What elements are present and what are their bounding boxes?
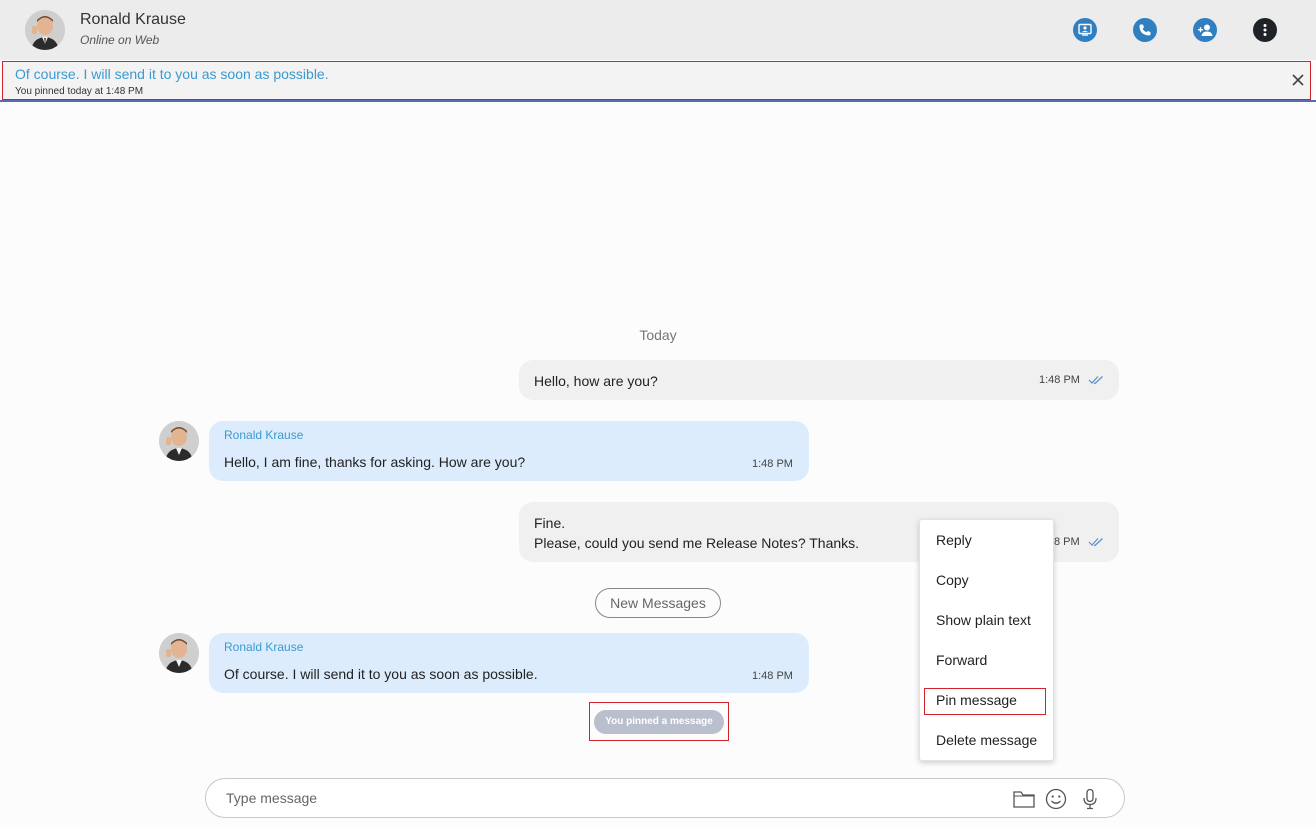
message-text: Hello, how are you? <box>534 373 658 389</box>
call-button[interactable] <box>1133 18 1157 42</box>
emoji-icon[interactable] <box>1044 787 1068 811</box>
message-input[interactable] <box>226 787 986 809</box>
double-check-icon <box>1088 376 1103 385</box>
pinned-bar-divider <box>0 100 1316 102</box>
microphone-icon[interactable] <box>1078 787 1102 811</box>
incoming-message[interactable]: Ronald Krause Of course. I will send it … <box>209 633 809 693</box>
more-options-button[interactable] <box>1253 18 1277 42</box>
new-messages-separator: New Messages <box>595 588 721 618</box>
menu-item-reply[interactable]: Reply <box>936 532 972 548</box>
menu-item-pin-message[interactable]: Pin message <box>936 692 1017 708</box>
message-text-line-2: Please, could you send me Release Notes?… <box>534 535 860 551</box>
close-pinned-icon[interactable] <box>1290 72 1306 88</box>
sender-avatar[interactable] <box>159 421 199 461</box>
message-time: 1:48 PM <box>752 670 793 682</box>
screen-share-icon <box>1078 23 1092 36</box>
system-note-highlight: You pinned a message <box>589 702 729 741</box>
sender-name: Ronald Krause <box>224 428 304 442</box>
folder-icon[interactable] <box>1012 787 1036 811</box>
message-text: Hello, I am fine, thanks for asking. How… <box>224 454 526 470</box>
menu-item-show-plain-text[interactable]: Show plain text <box>936 612 1031 628</box>
contact-status: Online on Web <box>80 33 160 47</box>
add-contact-icon <box>1198 24 1213 36</box>
date-separator: Today <box>639 327 677 343</box>
message-time: 1:48 PM <box>1039 374 1080 386</box>
pinned-message-text: Of course. I will send it to you as soon… <box>15 66 329 82</box>
screen-share-button[interactable] <box>1073 18 1097 42</box>
outgoing-message[interactable]: Hello, how are you? 1:48 PM <box>519 360 1119 400</box>
pinned-message-meta: You pinned today at 1:48 PM <box>15 86 144 97</box>
message-composer <box>205 778 1125 818</box>
message-text-line-1: Fine. <box>534 515 566 531</box>
menu-item-delete-message[interactable]: Delete message <box>936 732 1037 748</box>
menu-item-forward[interactable]: Forward <box>936 652 987 668</box>
add-contact-button[interactable] <box>1193 18 1217 42</box>
chat-header: Ronald Krause Online on Web <box>0 0 1316 60</box>
sender-name: Ronald Krause <box>224 640 304 654</box>
incoming-message[interactable]: Ronald Krause Hello, I am fine, thanks f… <box>209 421 809 481</box>
message-time: 8 PM <box>1054 536 1080 548</box>
more-options-icon <box>1263 24 1267 36</box>
message-text: Of course. I will send it to you as soon… <box>224 666 538 682</box>
contact-avatar[interactable] <box>25 10 65 50</box>
message-time: 1:48 PM <box>752 458 793 470</box>
double-check-icon <box>1088 538 1103 547</box>
pinned-message-bar[interactable]: Of course. I will send it to you as soon… <box>2 61 1311 100</box>
sender-avatar[interactable] <box>159 633 199 673</box>
message-context-menu: Reply Copy Show plain text Forward Pin m… <box>919 519 1054 761</box>
phone-icon <box>1139 24 1151 36</box>
pinned-system-note: You pinned a message <box>594 710 724 734</box>
menu-item-copy[interactable]: Copy <box>936 572 969 588</box>
contact-name: Ronald Krause <box>80 11 186 28</box>
